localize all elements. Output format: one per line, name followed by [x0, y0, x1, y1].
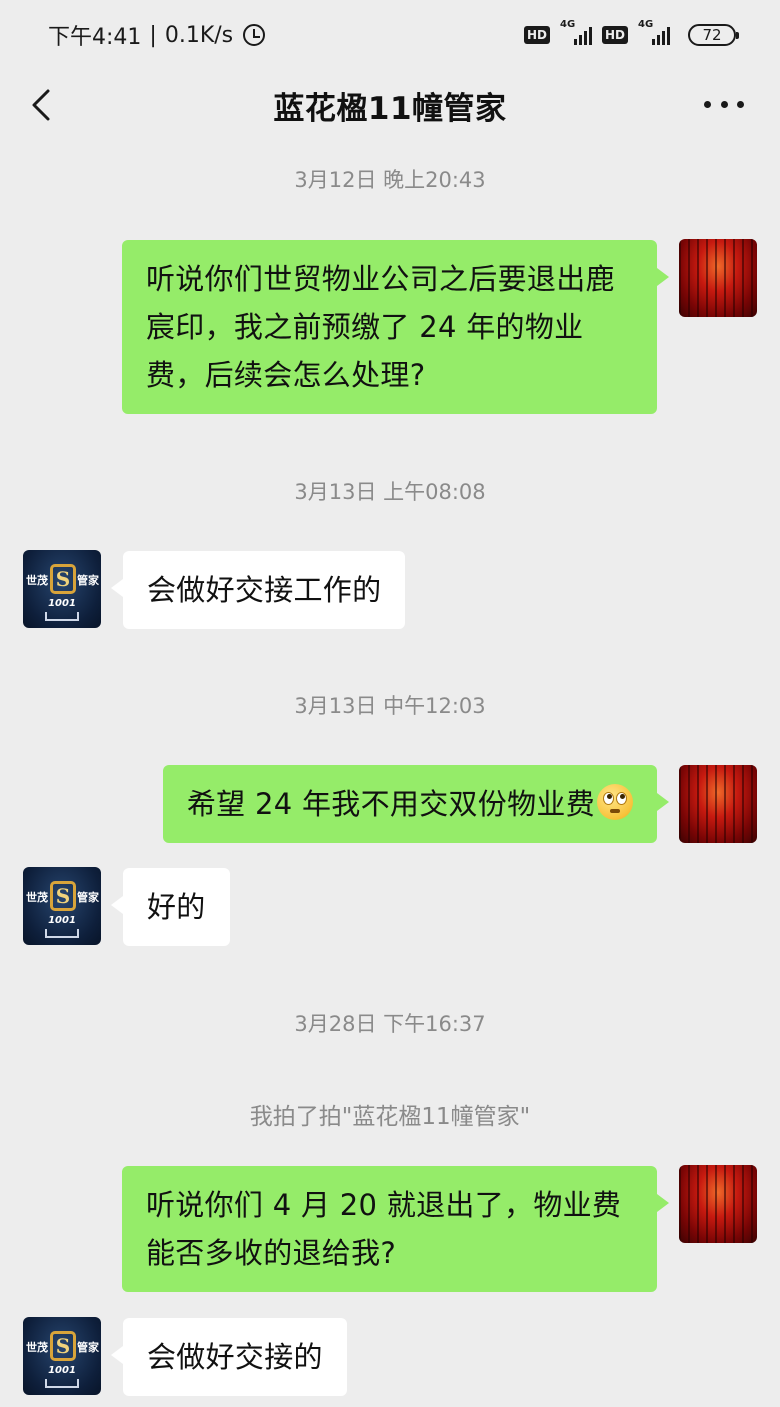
logo-number: 1001 — [48, 915, 76, 926]
avatar-logo: 世茂 S 管家 1001 — [23, 867, 101, 945]
pat-system-message: 我拍了拍"蓝花楹11幢管家" — [249, 1104, 531, 1130]
alarm-icon — [243, 24, 266, 46]
logo-number: 1001 — [48, 598, 76, 609]
more-dot-icon — [737, 100, 744, 108]
status-separator: | — [149, 22, 157, 48]
message-timestamp: 3月28日 下午16:37 — [294, 1012, 486, 1036]
contact-avatar[interactable]: 世茂 S 管家 1001 — [23, 550, 101, 628]
my-avatar[interactable] — [679, 239, 757, 317]
logo-base-shape — [45, 929, 79, 938]
avatar-logo: 世茂 S 管家 1001 — [23, 550, 101, 628]
message-bubble-other[interactable]: 会做好交接的 — [111, 1318, 347, 1396]
logo-letter: S — [50, 564, 76, 594]
logo-letter: S — [50, 1331, 76, 1361]
more-options-button[interactable] — [704, 94, 744, 114]
more-dot-icon — [704, 100, 711, 108]
message-bubble-self[interactable]: 听说你们 4 月 20 就退出了，物业费能否多收的退给我? — [122, 1166, 669, 1292]
status-left: 下午4:41 | 0.1K/s — [48, 19, 266, 51]
logo-text-right: 管家 — [77, 1341, 99, 1354]
logo-text-right: 管家 — [77, 891, 99, 904]
message-text: 希望 24 年我不用交双份物业费 — [186, 787, 595, 821]
chevron-left-icon — [32, 89, 50, 121]
signal-icon-1: 4G — [560, 19, 592, 45]
message-bubble-other[interactable]: 会做好交接工作的 — [110, 551, 406, 629]
message-bubble-self[interactable]: 听说你们世贸物业公司之后要退出鹿宸印，我之前预缴了 24 年的物业费，后续会怎么… — [122, 240, 669, 414]
status-bar: 下午4:41 | 0.1K/s HD 4G HD 4G 72 — [0, 0, 780, 70]
status-speed: 0.1K/s — [164, 22, 234, 48]
nav-bar: 蓝花楹11幢管家 — [0, 70, 780, 140]
logo-base-shape — [45, 1379, 79, 1388]
hd-badge-2: HD — [601, 26, 628, 44]
avatar-logo: 世茂 S 管家 1001 — [23, 1317, 101, 1395]
status-right: HD 4G HD 4G 72 — [523, 19, 739, 46]
signal-icon-2: 4G — [638, 19, 670, 45]
network-type-2: 4G — [638, 19, 654, 30]
logo-text-right: 管家 — [77, 574, 99, 587]
message-bubble-self[interactable]: 希望 24 年我不用交双份物业费 — [162, 765, 670, 843]
my-avatar[interactable] — [679, 765, 757, 843]
hd-badge-1: HD — [523, 26, 550, 44]
status-time: 下午4:41 — [48, 25, 142, 50]
chat-title: 蓝花楹11幢管家 — [273, 90, 507, 127]
logo-text-left: 世茂 — [26, 891, 48, 904]
logo-base-shape — [45, 612, 79, 621]
more-dot-icon — [720, 100, 728, 108]
my-avatar[interactable] — [679, 1165, 757, 1243]
contact-avatar[interactable]: 世茂 S 管家 1001 — [23, 1317, 101, 1395]
logo-text-left: 世茂 — [26, 1341, 48, 1354]
message-timestamp: 3月13日 中午12:03 — [294, 694, 486, 718]
avatar-image — [679, 239, 757, 317]
logo-number: 1001 — [48, 1365, 76, 1376]
message-bubble-other[interactable]: 好的 — [111, 868, 230, 946]
message-timestamp: 3月13日 上午08:08 — [294, 480, 486, 504]
avatar-image — [679, 1165, 757, 1243]
message-timestamp: 3月12日 晚上20:43 — [294, 168, 486, 192]
logo-text-left: 世茂 — [26, 574, 48, 587]
contact-avatar[interactable]: 世茂 S 管家 1001 — [23, 867, 101, 945]
network-type-1: 4G — [559, 19, 576, 30]
logo-letter: S — [50, 881, 76, 911]
avatar-image — [679, 765, 757, 843]
back-button[interactable] — [22, 86, 62, 126]
battery-icon: 72 — [688, 24, 739, 46]
rolling-eyes-emoji-icon — [597, 784, 633, 820]
